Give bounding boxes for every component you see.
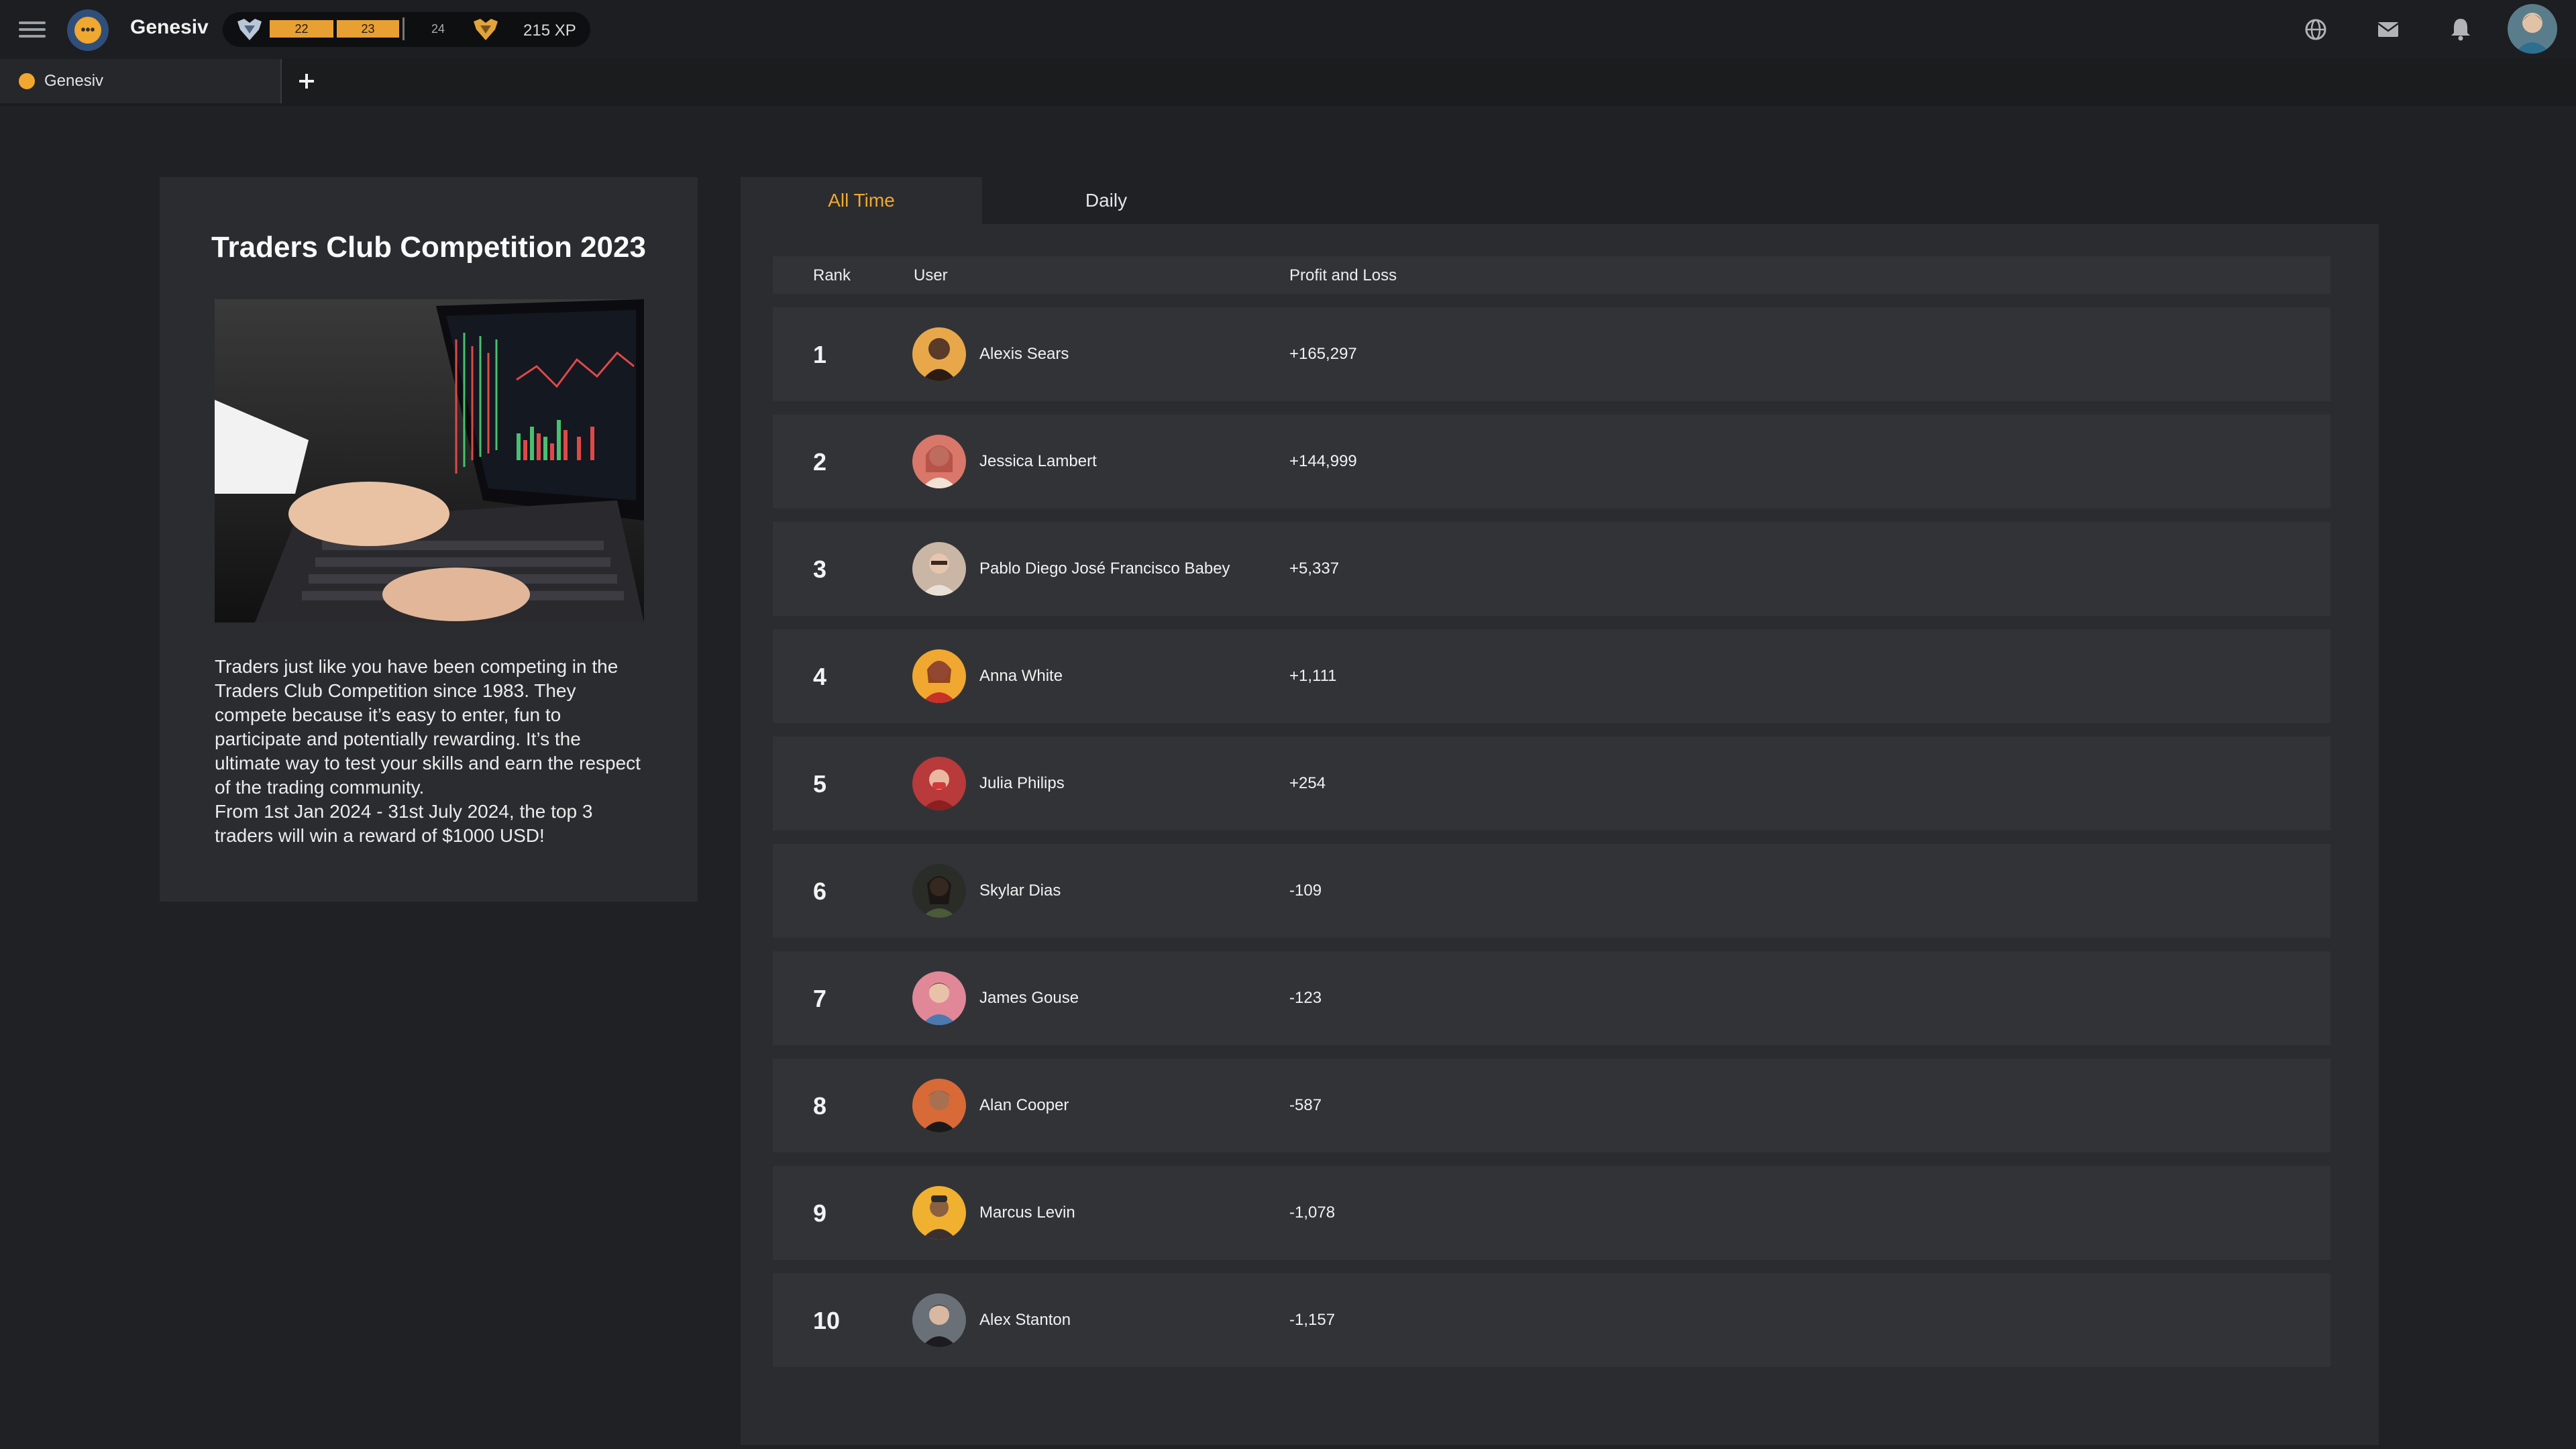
user-avatar <box>912 327 966 381</box>
globe-icon[interactable] <box>2301 15 2330 44</box>
table-row[interactable]: 7 James Gouse -123 <box>773 951 2330 1045</box>
table-row[interactable]: 4 Anna White +1,111 <box>773 629 2330 723</box>
tab-favicon-icon <box>19 73 35 89</box>
tab-strip: Genesiv <box>0 59 2576 106</box>
user-name: Alexis Sears <box>979 345 1069 363</box>
rank-value: 10 <box>813 1307 841 1334</box>
user-avatar <box>912 649 966 703</box>
table-row[interactable]: 8 Alan Cooper -587 <box>773 1059 2330 1152</box>
profit-loss-value: +5,337 <box>1289 559 1340 578</box>
rank-value: 8 <box>813 1092 827 1120</box>
rank-value: 1 <box>813 341 827 368</box>
table-row[interactable]: 3 Pablo Diego José Francisco Babey +5,33… <box>773 522 2330 616</box>
profit-loss-value: -1,078 <box>1289 1203 1336 1222</box>
add-tab-icon[interactable] <box>292 67 321 95</box>
user-avatar[interactable] <box>2508 4 2557 54</box>
table-row[interactable]: 9 Marcus Levin -1,078 <box>773 1166 2330 1260</box>
user-avatar <box>912 864 966 918</box>
competition-image <box>215 299 644 623</box>
leaderboard-tabs: All Time Daily <box>741 177 2576 224</box>
user-avatar <box>912 757 966 810</box>
user-name: Julia Philips <box>979 774 1065 792</box>
logo-icon: ••• <box>74 17 101 44</box>
level-segment: 23 <box>337 20 399 38</box>
column-rank: Rank <box>813 266 851 284</box>
user-name: James Gouse <box>979 989 1079 1007</box>
app-logo[interactable]: ••• <box>67 9 109 51</box>
profit-loss-value: -109 <box>1289 881 1322 900</box>
competition-description: Traders just like you have been competin… <box>215 655 651 848</box>
user-avatar <box>912 542 966 596</box>
user-avatar <box>912 1079 966 1132</box>
column-user: User <box>914 266 948 284</box>
user-avatar <box>912 1293 966 1347</box>
top-bar: ••• Genesiv 22 23 24 215 XP <box>0 0 2576 59</box>
bell-icon[interactable] <box>2446 15 2475 44</box>
profit-loss-value: -587 <box>1289 1096 1322 1114</box>
user-avatar <box>912 971 966 1025</box>
user-name: Anna White <box>979 667 1063 685</box>
xp-value: 215 XP <box>523 21 576 40</box>
level-segment: 24 <box>431 22 445 36</box>
table-row[interactable]: 2 Jessica Lambert +144,999 <box>773 415 2330 508</box>
rank-value: 4 <box>813 663 827 690</box>
app-name: Genesiv <box>130 16 209 38</box>
user-avatar <box>912 435 966 488</box>
next-level-badge-icon <box>474 19 498 40</box>
rank-value: 5 <box>813 770 827 798</box>
mail-icon[interactable] <box>2373 15 2403 44</box>
tab-genesiv[interactable]: Genesiv <box>0 59 282 103</box>
profit-loss-value: +1,111 <box>1289 667 1337 685</box>
column-profit-loss: Profit and Loss <box>1289 266 1397 284</box>
user-name: Jessica Lambert <box>979 452 1097 470</box>
user-avatar <box>912 1186 966 1240</box>
rank-value: 2 <box>813 448 827 476</box>
user-name: Marcus Levin <box>979 1203 1075 1222</box>
xp-progress-bar: 22 23 24 215 XP <box>223 12 590 47</box>
rank-value: 9 <box>813 1199 827 1227</box>
progress-divider <box>402 17 405 40</box>
profit-loss-value: -1,157 <box>1289 1311 1336 1329</box>
user-name: Alex Stanton <box>979 1311 1071 1329</box>
profit-loss-value: +144,999 <box>1289 452 1357 470</box>
profit-loss-value: +254 <box>1289 774 1326 792</box>
table-header: Rank User Profit and Loss <box>773 256 2330 294</box>
user-name: Pablo Diego José Francisco Babey <box>979 559 1230 578</box>
description-text: Traders just like you have been competin… <box>215 656 641 798</box>
menu-icon[interactable] <box>19 17 46 42</box>
rank-value: 6 <box>813 877 827 905</box>
tab-label: Genesiv <box>44 72 104 90</box>
user-name: Skylar Dias <box>979 881 1061 900</box>
leaderboard-panel: Rank User Profit and Loss 1 Alexis Sears… <box>741 224 2379 1445</box>
table-row[interactable]: 1 Alexis Sears +165,297 <box>773 307 2330 401</box>
rank-value: 7 <box>813 985 827 1012</box>
level-badge-icon <box>237 19 262 40</box>
level-segment: 22 <box>270 20 333 38</box>
profit-loss-value: +165,297 <box>1289 345 1357 363</box>
user-name: Alan Cooper <box>979 1096 1069 1114</box>
profit-loss-value: -123 <box>1289 989 1322 1007</box>
competition-card: Traders Club Competition 2023 Traders ju… <box>160 177 698 902</box>
table-row[interactable]: 5 Julia Philips +254 <box>773 737 2330 830</box>
reward-text: From 1st Jan 2024 - 31st July 2024, the … <box>215 801 593 846</box>
table-row[interactable]: 10 Alex Stanton -1,157 <box>773 1273 2330 1367</box>
rank-value: 3 <box>813 555 827 583</box>
competition-title: Traders Club Competition 2023 <box>211 231 646 264</box>
tab-all-time[interactable]: All Time <box>741 177 982 224</box>
table-row[interactable]: 6 Skylar Dias -109 <box>773 844 2330 938</box>
tab-daily[interactable]: Daily <box>982 177 1230 224</box>
